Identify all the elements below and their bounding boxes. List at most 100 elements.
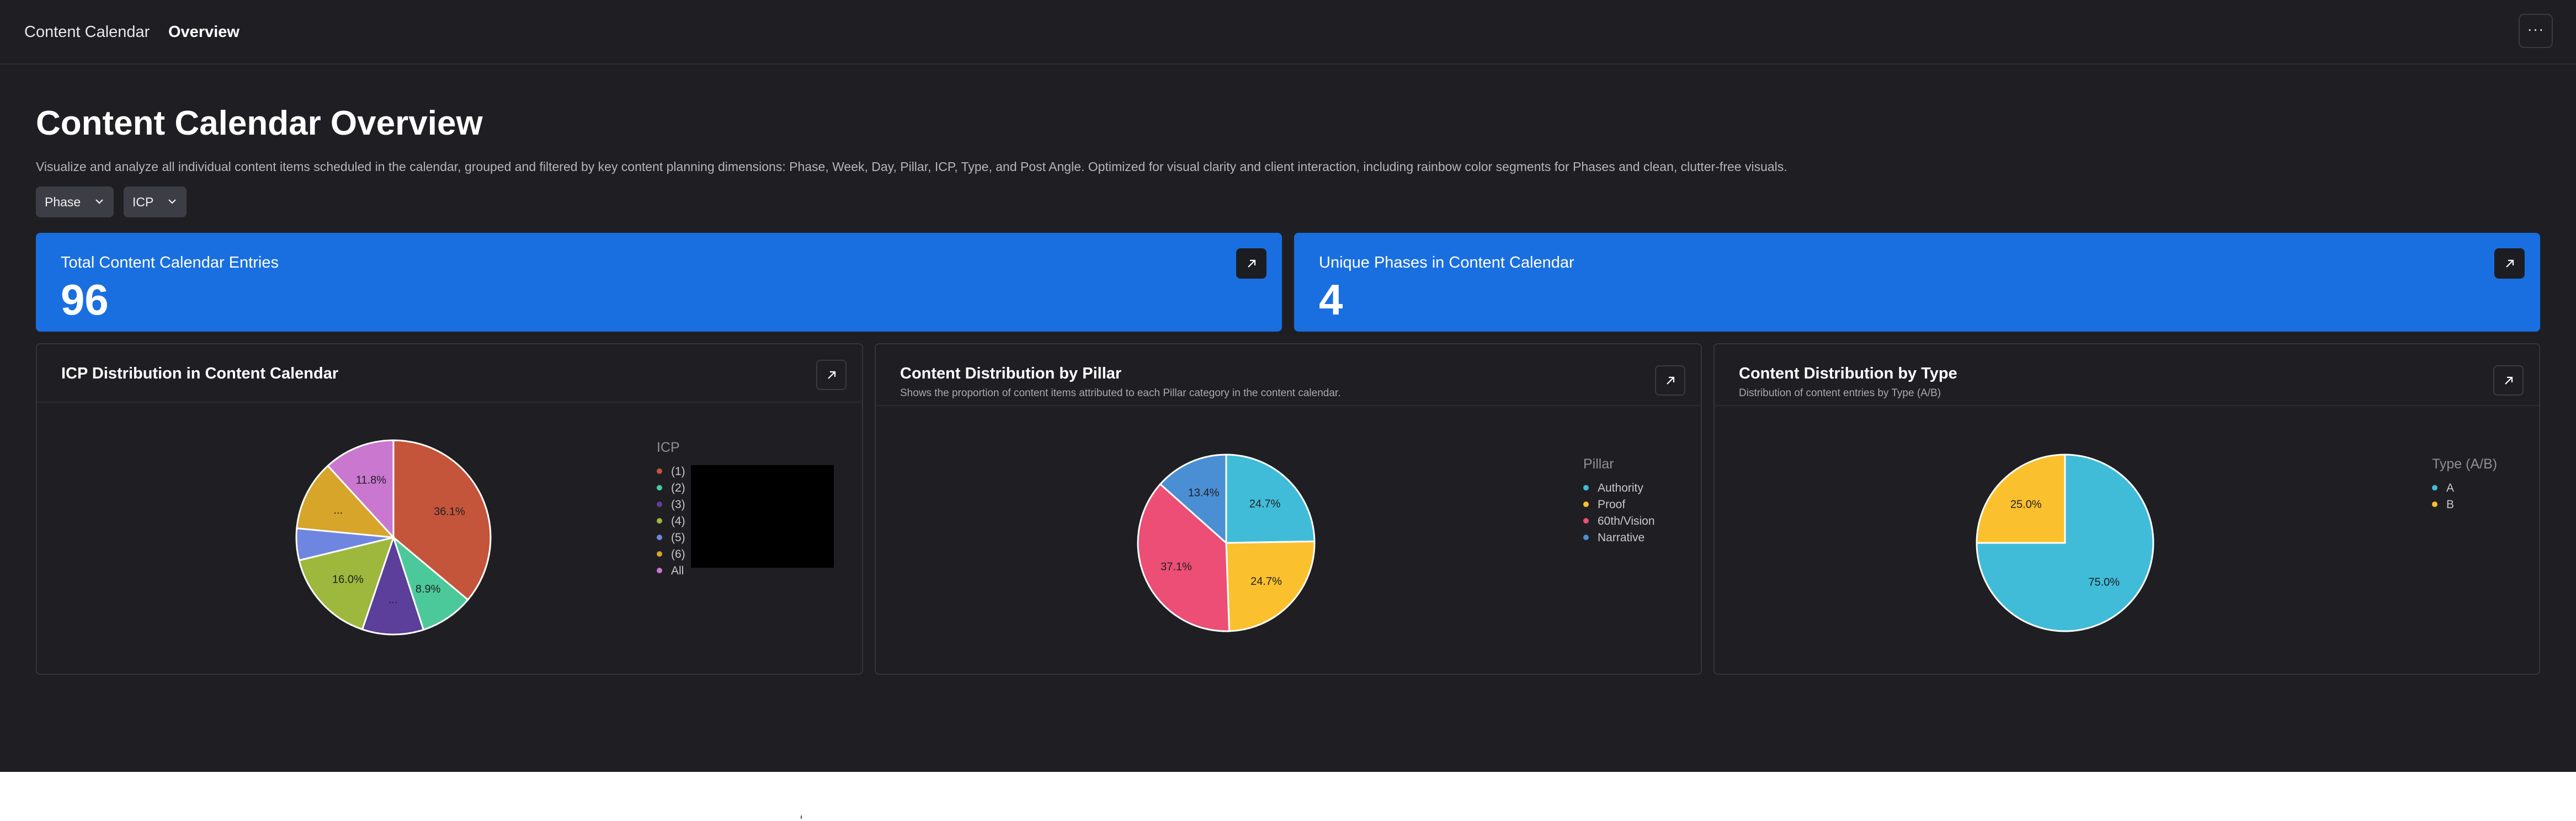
stat-label: Unique Phases in Content Calendar [1319, 254, 1574, 271]
legend-items: (1) (2) (3) (4) (5) (6) All [657, 463, 685, 579]
slice-label: 13.4% [1188, 487, 1220, 499]
legend-item[interactable]: All [657, 563, 685, 579]
top-bar: Content Calendar Overview ··· [0, 0, 2576, 65]
legend-label: All [671, 564, 684, 577]
cursor-mark [801, 815, 802, 819]
type-legend: Type (A/B) AB [2432, 456, 2497, 513]
pillar-distribution-card: Content Distribution by Pillar Shows the… [875, 343, 1702, 675]
chevron-down-icon [94, 186, 105, 229]
slice-label: 37.1% [1161, 561, 1192, 573]
breadcrumb-content-calendar[interactable]: Content Calendar [24, 21, 150, 43]
slice-label: 24.7% [1250, 575, 1282, 588]
slice-label: 36.1% [434, 506, 465, 518]
legend-items: Authority Proof 60th/Vision Narrative [1583, 480, 1655, 546]
slice-label: 11.8% [356, 475, 386, 487]
card-divider [1715, 405, 2539, 406]
icp-pie-chart: 36.1% 8.9%... 16.0%... 11.8% [295, 439, 492, 636]
type-pie-chart: 75.0% 25.0% [1976, 454, 2154, 632]
dashboard-app: Content Calendar Overview ··· Content Ca… [0, 0, 2576, 772]
legend-title: Pillar [1583, 456, 1614, 472]
legend-dot-icon [2432, 502, 2437, 507]
phase-filter-dropdown[interactable]: Phase [36, 186, 114, 217]
icp-filter-dropdown[interactable]: ICP [124, 186, 187, 217]
legend-label: 60th/Vision [1598, 515, 1655, 527]
chevron-down-icon [167, 186, 178, 229]
legend-label: (6) [671, 548, 685, 561]
legend-item[interactable]: (5) [657, 530, 685, 546]
legend-dot-icon [657, 485, 662, 491]
legend-label: Narrative [1598, 531, 1645, 544]
legend-title: Type (A/B) [2432, 456, 2498, 472]
legend-items: AB [2432, 480, 2497, 513]
legend-dot-icon [1583, 535, 1589, 540]
phase-filter-label: Phase [45, 195, 81, 209]
stat-value: 4 [1319, 275, 1343, 324]
legend-dot-icon [657, 468, 662, 474]
legend-dot-icon [657, 568, 662, 573]
card-divider [37, 402, 862, 403]
legend-item[interactable]: Proof [1583, 497, 1655, 513]
total-entries-stat-card: Total Content Calendar Entries 96 [36, 233, 1282, 332]
legend-item[interactable]: (1) [657, 463, 685, 480]
card-title: Content Distribution by Pillar [900, 365, 1122, 382]
arrow-up-right-icon [1247, 259, 1255, 268]
slice-label: 25.0% [2010, 498, 2042, 510]
legend-dot-icon [2432, 485, 2437, 491]
legend-label: Proof [1598, 498, 1626, 511]
legend-dot-icon [1583, 485, 1589, 491]
arrow-up-right-icon [2505, 259, 2514, 268]
legend-item[interactable]: 60th/Vision [1583, 513, 1655, 530]
legend-label: A [2446, 482, 2455, 494]
slice-label: ... [333, 504, 343, 516]
legend-item[interactable]: A [2432, 480, 2497, 497]
expand-button[interactable] [1655, 365, 1685, 396]
type-distribution-card: Content Distribution by Type Distributio… [1713, 343, 2540, 675]
legend-item[interactable]: (3) [657, 497, 685, 513]
arrow-up-right-icon [2504, 376, 2513, 385]
expand-button[interactable] [2494, 248, 2525, 279]
legend-label: (2) [671, 482, 685, 494]
legend-label: (1) [671, 465, 685, 478]
expand-button[interactable] [816, 360, 847, 390]
breadcrumb-overview[interactable]: Overview [168, 21, 239, 43]
card-divider [876, 405, 1701, 406]
legend-item[interactable]: (2) [657, 480, 685, 497]
legend-item[interactable]: B [2432, 497, 2497, 513]
page-title: Content Calendar Overview [36, 104, 483, 142]
stat-label: Total Content Calendar Entries [61, 254, 279, 271]
redacted-block [691, 465, 834, 568]
more-options-button[interactable]: ··· [2519, 14, 2553, 48]
card-title: Content Distribution by Type [1739, 365, 1957, 382]
slice-label: 24.7% [1249, 498, 1281, 510]
legend-dot-icon [657, 518, 662, 524]
slice-label: 8.9% [416, 583, 441, 595]
legend-label: B [2446, 498, 2455, 511]
legend-dot-icon [657, 551, 662, 557]
page-description: Visualize and analyze all individual con… [36, 159, 1787, 174]
expand-button[interactable] [2493, 365, 2524, 396]
legend-item[interactable]: (6) [657, 546, 685, 563]
arrow-up-right-icon [1666, 376, 1674, 385]
card-title: ICP Distribution in Content Calendar [61, 365, 339, 382]
legend-label: Authority [1598, 482, 1643, 494]
pillar-pie-chart: 24.7% 24.7% 37.1% 13.4% [1137, 454, 1316, 632]
card-subtitle: Shows the proportion of content items at… [900, 387, 1341, 399]
arrow-up-right-icon [827, 371, 835, 379]
legend-dot-icon [1583, 502, 1589, 507]
legend-dot-icon [657, 535, 662, 540]
slice-label: ... [388, 594, 398, 606]
unique-phases-stat-card: Unique Phases in Content Calendar 4 [1294, 233, 2540, 332]
legend-item[interactable]: Authority [1583, 480, 1655, 497]
stat-value: 96 [61, 275, 109, 324]
expand-button[interactable] [1236, 248, 1266, 279]
pillar-legend: Pillar Authority Proof 60th/Vision Narrativ… [1583, 456, 1655, 546]
icp-filter-label: ICP [132, 195, 154, 209]
legend-dot-icon [1583, 518, 1589, 524]
legend-label: (5) [671, 531, 685, 544]
icp-legend: ICP (1) (2) (3) (4) (5) (6) All [657, 439, 685, 579]
icp-distribution-card: ICP Distribution in Content Calendar 36.… [36, 343, 863, 675]
legend-item[interactable]: Narrative [1583, 530, 1655, 546]
legend-item[interactable]: (4) [657, 513, 685, 530]
slice-label: 75.0% [2088, 577, 2120, 589]
legend-dot-icon [657, 502, 662, 507]
